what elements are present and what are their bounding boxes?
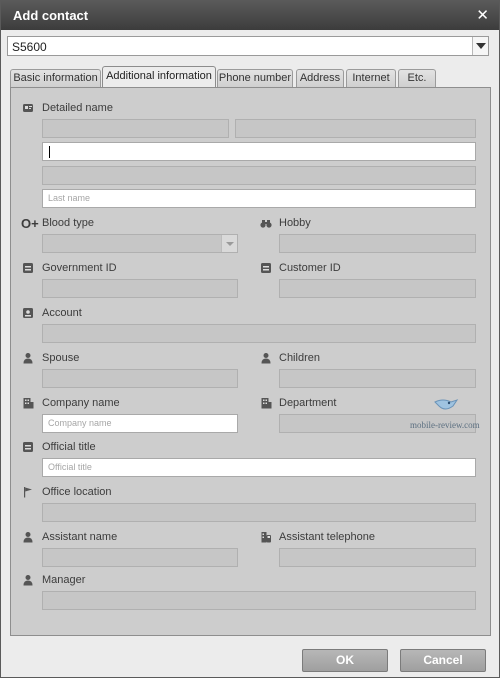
customer-id-label: Customer ID <box>279 262 341 274</box>
assistant-name-label: Assistant name <box>42 531 118 543</box>
id-badge-icon <box>260 262 272 274</box>
government-id-label: Government ID <box>42 262 117 274</box>
spouse-label: Spouse <box>42 352 80 364</box>
flag-icon <box>22 486 34 498</box>
last-name-placeholder: Last name <box>48 193 91 203</box>
building-icon <box>260 397 272 409</box>
official-title-placeholder: Official title <box>48 462 92 472</box>
tab-additional-information[interactable]: Additional information <box>102 66 216 87</box>
building-icon <box>22 397 34 409</box>
tab-basic-information[interactable]: Basic information <box>10 69 101 87</box>
official-title-input[interactable]: Official title <box>42 458 476 477</box>
add-contact-dialog: Add contact ✕ S5600 Basic information Ad… <box>0 0 500 678</box>
blood-type-label: Blood type <box>42 217 94 229</box>
id-badge-icon <box>22 441 34 453</box>
device-select-value: S5600 <box>12 40 47 54</box>
account-field[interactable] <box>42 324 476 343</box>
id-badge-icon <box>22 262 34 274</box>
person-icon <box>260 352 272 364</box>
account-label: Account <box>42 307 82 319</box>
company-name-placeholder: Company name <box>48 418 112 428</box>
close-button[interactable]: ✕ <box>476 6 489 24</box>
government-id-field[interactable] <box>42 279 238 298</box>
binoculars-icon <box>260 217 272 229</box>
first-name-input[interactable] <box>42 142 476 161</box>
children-label: Children <box>279 352 320 364</box>
children-field[interactable] <box>279 369 476 388</box>
official-title-label: Official title <box>42 441 96 453</box>
office-location-label: Office location <box>42 486 112 498</box>
watermark-text: mobile-review.com <box>410 420 480 430</box>
cancel-button[interactable]: Cancel <box>400 649 486 672</box>
window-title: Add contact <box>13 8 89 23</box>
device-select[interactable]: S5600 <box>7 36 489 56</box>
assistant-telephone-field[interactable] <box>279 548 476 567</box>
blood-type-icon: O+ <box>21 216 39 231</box>
last-name-input[interactable]: Last name <box>42 189 476 208</box>
hobby-label: Hobby <box>279 217 311 229</box>
tab-address[interactable]: Address <box>296 69 344 87</box>
person-icon <box>22 352 34 364</box>
manager-field[interactable] <box>42 591 476 610</box>
office-location-field[interactable] <box>42 503 476 522</box>
ok-button[interactable]: OK <box>302 649 388 672</box>
watermark-logo-icon <box>433 396 459 419</box>
assistant-name-field[interactable] <box>42 548 238 567</box>
phone-building-icon <box>260 531 272 543</box>
name-suffix-field[interactable] <box>235 119 476 138</box>
hobby-field[interactable] <box>279 234 476 253</box>
text-cursor <box>49 146 50 158</box>
id-card-icon <box>22 102 34 114</box>
manager-label: Manager <box>42 574 86 586</box>
chevron-down-icon[interactable] <box>472 37 488 55</box>
detailed-name-label: Detailed name <box>42 102 113 114</box>
chevron-down-icon[interactable] <box>221 235 237 252</box>
person-icon <box>22 531 34 543</box>
company-name-label: Company name <box>42 397 120 409</box>
person-icon <box>22 574 34 586</box>
assistant-telephone-label: Assistant telephone <box>279 531 376 543</box>
tab-phone-number[interactable]: Phone number <box>217 69 293 87</box>
blood-type-select[interactable] <box>42 234 238 253</box>
name-prefix-field[interactable] <box>42 119 229 138</box>
spouse-field[interactable] <box>42 369 238 388</box>
tab-internet[interactable]: Internet <box>346 69 396 87</box>
customer-id-field[interactable] <box>279 279 476 298</box>
company-name-input[interactable]: Company name <box>42 414 238 433</box>
additional-information-panel: Detailed name Last name O+ Blood type Ho… <box>10 87 491 636</box>
account-icon <box>22 307 34 319</box>
middle-name-field[interactable] <box>42 166 476 185</box>
department-label: Department <box>279 397 337 409</box>
title-bar: Add contact ✕ <box>1 1 499 30</box>
tab-etc[interactable]: Etc. <box>398 69 436 87</box>
